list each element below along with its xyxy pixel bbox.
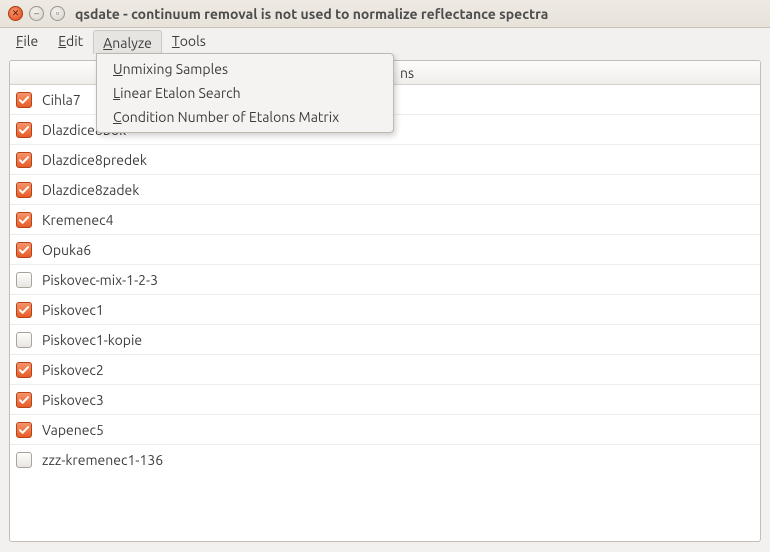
row-checkbox[interactable] xyxy=(16,212,32,228)
analyze-menu-item[interactable]: Linear Etalon Search xyxy=(97,81,393,105)
row-label: Piskovec1 xyxy=(42,302,104,318)
row-checkbox[interactable] xyxy=(16,392,32,408)
menu-tools[interactable]: Tools xyxy=(162,28,216,54)
row-checkbox[interactable] xyxy=(16,92,32,108)
close-icon: ✕ xyxy=(12,9,20,18)
row-label: Piskovec-mix-1-2-3 xyxy=(42,272,158,288)
row-label: Cihla7 xyxy=(42,92,81,108)
maximize-icon: ▫ xyxy=(56,9,59,18)
table-row[interactable]: Piskovec-mix-1-2-3 xyxy=(10,265,760,295)
table-row[interactable]: zzz-kremenec1-136 xyxy=(10,445,760,475)
menubar: File Edit Analyze Tools Unmixing Samples… xyxy=(0,28,770,54)
row-label: Kremenec4 xyxy=(42,212,113,228)
row-label: Piskovec3 xyxy=(42,392,104,408)
window-buttons: ✕ ‒ ▫ xyxy=(8,6,65,21)
row-checkbox[interactable] xyxy=(16,422,32,438)
table-row[interactable]: Piskovec2 xyxy=(10,355,760,385)
row-checkbox[interactable] xyxy=(16,182,32,198)
analyze-menu-item[interactable]: Unmixing Samples xyxy=(97,57,393,81)
menu-analyze[interactable]: Analyze xyxy=(93,30,162,54)
titlebar: ✕ ‒ ▫ qsdate - continuum removal is not … xyxy=(0,0,770,28)
list-rows: Cihla7Dlazdice8bokDlazdice8predekDlazdic… xyxy=(10,85,760,475)
table-row[interactable]: Piskovec3 xyxy=(10,385,760,415)
table-row[interactable]: Dlazdice8zadek xyxy=(10,175,760,205)
row-checkbox[interactable] xyxy=(16,332,32,348)
analyze-dropdown: Unmixing SamplesLinear Etalon SearchCond… xyxy=(96,53,394,133)
row-checkbox[interactable] xyxy=(16,272,32,288)
row-label: Dlazdice8zadek xyxy=(42,182,139,198)
row-label: Dlazdice8predek xyxy=(42,152,147,168)
row-label: Piskovec1-kopie xyxy=(42,332,142,348)
minimize-icon: ‒ xyxy=(34,9,39,18)
list-header-text: ns xyxy=(400,65,414,81)
row-label: zzz-kremenec1-136 xyxy=(42,452,163,468)
row-label: Vapenec5 xyxy=(42,422,104,438)
table-row[interactable]: Piskovec1 xyxy=(10,295,760,325)
row-checkbox[interactable] xyxy=(16,122,32,138)
row-checkbox[interactable] xyxy=(16,242,32,258)
window-title: qsdate - continuum removal is not used t… xyxy=(75,6,548,22)
row-label: Opuka6 xyxy=(42,242,91,258)
maximize-button[interactable]: ▫ xyxy=(50,6,65,21)
table-row[interactable]: Piskovec1-kopie xyxy=(10,325,760,355)
minimize-button[interactable]: ‒ xyxy=(29,6,44,21)
row-checkbox[interactable] xyxy=(16,302,32,318)
table-row[interactable]: Kremenec4 xyxy=(10,205,760,235)
row-label: Piskovec2 xyxy=(42,362,104,378)
row-checkbox[interactable] xyxy=(16,152,32,168)
menu-edit[interactable]: Edit xyxy=(48,28,93,54)
close-button[interactable]: ✕ xyxy=(8,6,23,21)
table-row[interactable]: Vapenec5 xyxy=(10,415,760,445)
table-row[interactable]: Opuka6 xyxy=(10,235,760,265)
analyze-menu-item[interactable]: Condition Number of Etalons Matrix xyxy=(97,105,393,129)
row-checkbox[interactable] xyxy=(16,362,32,378)
row-checkbox[interactable] xyxy=(16,452,32,468)
app-window: ✕ ‒ ▫ qsdate - continuum removal is not … xyxy=(0,0,770,552)
menu-file[interactable]: File xyxy=(6,28,48,54)
table-row[interactable]: Dlazdice8predek xyxy=(10,145,760,175)
